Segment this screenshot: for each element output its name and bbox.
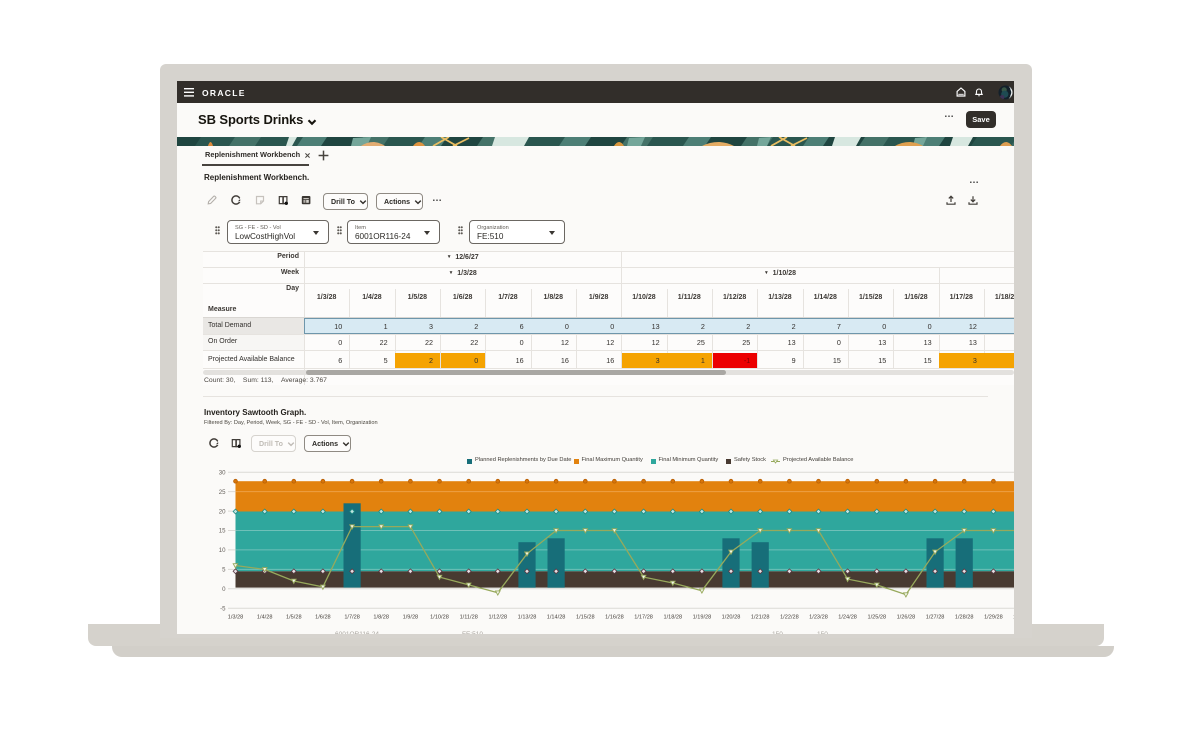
svg-text:1/17/28: 1/17/28 bbox=[634, 615, 653, 621]
svg-text:10: 10 bbox=[219, 547, 226, 554]
svg-text:1/14/28: 1/14/28 bbox=[547, 615, 566, 621]
svg-text:1/29/28: 1/29/28 bbox=[984, 615, 1003, 621]
svg-text:20: 20 bbox=[219, 508, 226, 515]
svg-text:1/3/28: 1/3/28 bbox=[228, 615, 244, 621]
svg-text:1/22/28: 1/22/28 bbox=[780, 615, 799, 621]
svg-text:5: 5 bbox=[222, 567, 226, 574]
svg-text:1/15/28: 1/15/28 bbox=[576, 615, 595, 621]
svg-text:1/23/28: 1/23/28 bbox=[809, 615, 828, 621]
svg-text:1/18/28: 1/18/28 bbox=[663, 615, 682, 621]
svg-text:25: 25 bbox=[219, 489, 226, 496]
svg-text:1/30/28: 1/30/28 bbox=[1013, 615, 1014, 621]
svg-text:1/8/28: 1/8/28 bbox=[373, 615, 389, 621]
svg-text:1/7/28: 1/7/28 bbox=[344, 615, 360, 621]
svg-text:1/9/28: 1/9/28 bbox=[403, 615, 419, 621]
svg-text:1/28/28: 1/28/28 bbox=[955, 615, 974, 621]
svg-text:1/27/28: 1/27/28 bbox=[926, 615, 945, 621]
svg-text:1/20/28: 1/20/28 bbox=[722, 615, 741, 621]
svg-text:0: 0 bbox=[222, 586, 226, 593]
svg-text:1/6/28: 1/6/28 bbox=[315, 615, 331, 621]
svg-text:1/4/28: 1/4/28 bbox=[257, 615, 273, 621]
svg-text:1/10/28: 1/10/28 bbox=[430, 615, 449, 621]
svg-text:30: 30 bbox=[219, 469, 226, 476]
svg-text:1/24/28: 1/24/28 bbox=[838, 615, 857, 621]
svg-text:1/25/28: 1/25/28 bbox=[867, 615, 886, 621]
svg-text:-5: -5 bbox=[220, 605, 226, 612]
svg-text:1/12/28: 1/12/28 bbox=[488, 615, 507, 621]
svg-text:1/21/28: 1/21/28 bbox=[751, 615, 770, 621]
svg-text:1/13/28: 1/13/28 bbox=[518, 615, 537, 621]
svg-text:1/5/28: 1/5/28 bbox=[286, 615, 302, 621]
svg-text:1/26/28: 1/26/28 bbox=[897, 615, 916, 621]
svg-text:15: 15 bbox=[219, 528, 226, 535]
svg-text:1/11/28: 1/11/28 bbox=[460, 615, 478, 621]
svg-text:1/19/28: 1/19/28 bbox=[693, 615, 712, 621]
svg-text:1/16/28: 1/16/28 bbox=[605, 615, 624, 621]
